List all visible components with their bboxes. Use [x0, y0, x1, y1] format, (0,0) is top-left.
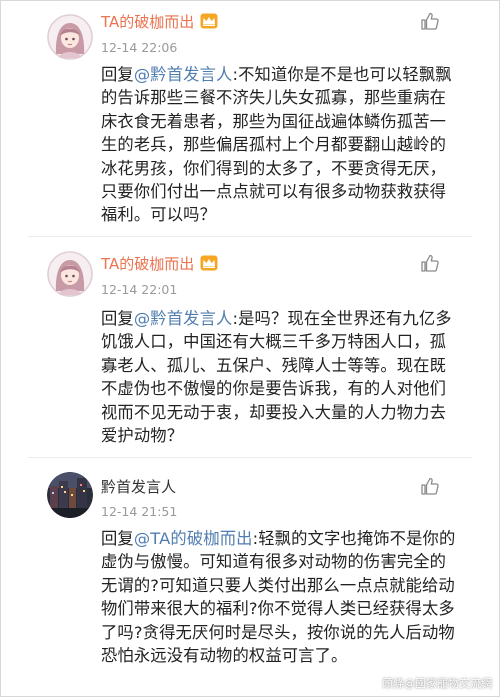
comment-text: 回复@TA的破枷而出:轻飘的文字也掩饰不是你的虚伪与傲慢。可知道有很多对动物的伤…: [101, 527, 456, 667]
mention-link[interactable]: @TA的破枷而出: [134, 529, 253, 548]
comment-timestamp: 12-14 22:06: [101, 40, 178, 55]
author-name-text: 黔首发言人: [101, 478, 177, 496]
comment-body: :不知道你是不是也可以轻飘飘的告诉那些三餐不济失儿失女孤寡，那些重病在床衣食无着…: [101, 65, 452, 225]
comment-text: 回复@黔首发言人:不知道你是不是也可以轻飘飘的告诉那些三餐不济失儿失女孤寡，那些…: [101, 63, 456, 227]
thumbs-up-icon: [421, 477, 439, 495]
divider: [28, 457, 472, 458]
member-crown-badge-icon: [200, 255, 218, 271]
author-name-text: TA的破枷而出: [101, 255, 195, 273]
reply-prefix: 回复: [101, 529, 134, 548]
mention-link[interactable]: @黔首发言人: [134, 309, 233, 328]
avatar[interactable]: [47, 251, 93, 297]
watermark: 頭條@國家寵物交流網: [382, 677, 492, 690]
author-name[interactable]: 黔首发言人: [101, 478, 176, 496]
comment-timestamp: 12-14 22:01: [101, 282, 178, 297]
thumbs-up-icon: [421, 12, 439, 30]
author-name-text: TA的破枷而出: [101, 13, 195, 31]
avatar[interactable]: [47, 472, 93, 518]
mention-link[interactable]: @黔首发言人: [134, 65, 233, 84]
reply-prefix: 回复: [101, 65, 134, 84]
anime-girl-avatar-icon: [47, 251, 93, 297]
avatar[interactable]: [47, 14, 93, 60]
like-button[interactable]: [420, 476, 440, 496]
comment-body: :轻飘的文字也掩饰不是你的虚伪与傲慢。可知道有很多对动物的伤害完全的无谓的?可知…: [101, 529, 456, 666]
member-crown-badge-icon: [200, 13, 218, 29]
city-night-avatar-icon: [47, 472, 93, 518]
comment-body: :是吗？现在全世界还有九亿多饥饿人口，中国还有大概三千多万特困人口，孤寡老人、孤…: [101, 309, 452, 446]
author-name[interactable]: TA的破枷而出: [101, 13, 218, 31]
comment-text: 回复@黔首发言人:是吗？现在全世界还有九亿多饥饿人口，中国还有大概三千多万特困人…: [101, 307, 456, 447]
thumbs-up-icon: [421, 254, 439, 272]
author-name[interactable]: TA的破枷而出: [101, 255, 218, 273]
divider: [28, 236, 472, 237]
like-button[interactable]: [420, 253, 440, 273]
anime-girl-avatar-icon: [47, 14, 93, 60]
reply-prefix: 回复: [101, 309, 134, 328]
comment-timestamp: 12-14 21:51: [101, 504, 178, 519]
like-button[interactable]: [420, 11, 440, 31]
